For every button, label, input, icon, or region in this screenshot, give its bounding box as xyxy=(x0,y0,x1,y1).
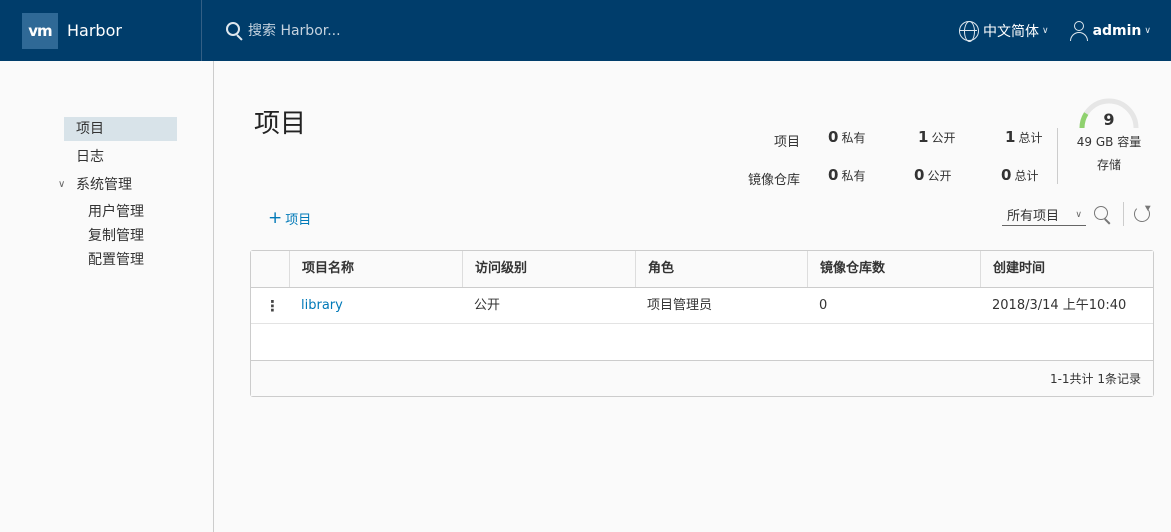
stat-repos-total: 0 总计 xyxy=(1001,166,1039,184)
language-dropdown[interactable]: 中文简体 ∨ xyxy=(958,20,1049,42)
table-footer: 1-1共计 1条记录 xyxy=(251,361,1153,396)
top-nav-bar: vm Harbor 中文简体 ∨ admin ∨ xyxy=(0,0,1171,61)
stat-label-repositories: 镜像仓库 xyxy=(747,173,800,188)
column-header-role[interactable]: 角色 xyxy=(635,251,807,287)
cell-role: 项目管理员 xyxy=(647,298,713,313)
sidebar-item-configuration[interactable]: 配置管理 xyxy=(88,249,144,269)
add-project-button[interactable]: + 项目 xyxy=(268,208,312,229)
sidebar-item-users[interactable]: 用户管理 xyxy=(88,201,144,221)
stat-projects-private: 0 私有 xyxy=(828,128,866,146)
cell-repos: 0 xyxy=(819,298,828,313)
projects-table: 项目名称 访问级别 角色 镜像仓库数 创建时间 ⋮ library 公开 项目管… xyxy=(250,250,1154,397)
sidebar-item-administration[interactable]: ∨ 系统管理 xyxy=(58,174,132,194)
globe-icon xyxy=(958,20,979,42)
row-actions-icon[interactable]: ⋮ xyxy=(265,297,280,315)
cell-access: 公开 xyxy=(474,298,501,313)
refresh-icon[interactable] xyxy=(1134,206,1150,222)
user-dropdown[interactable]: admin ∨ xyxy=(1069,20,1151,42)
sidebar-item-logs[interactable]: 日志 xyxy=(76,146,104,166)
table-header: 项目名称 访问级别 角色 镜像仓库数 创建时间 xyxy=(251,251,1153,288)
brand[interactable]: vm Harbor xyxy=(0,0,202,61)
chevron-down-icon: ∨ xyxy=(1144,25,1151,36)
toolbar-divider xyxy=(1123,202,1124,226)
stat-label-projects: 项目 xyxy=(773,135,800,150)
stat-projects-total: 1 总计 xyxy=(1005,128,1043,146)
vmware-logo: vm xyxy=(22,12,58,49)
column-header-repos[interactable]: 镜像仓库数 xyxy=(807,251,980,287)
table-empty-space xyxy=(251,324,1153,361)
sidebar: 项目 日志 ∨ 系统管理 用户管理 复制管理 配置管理 xyxy=(0,61,214,532)
user-name: admin xyxy=(1092,22,1142,39)
sidebar-item-replications[interactable]: 复制管理 xyxy=(88,225,144,245)
filter-search-icon[interactable] xyxy=(1094,206,1112,225)
chevron-down-icon: ∨ xyxy=(1075,209,1082,220)
project-filter-select[interactable]: 所有项目 ∨ xyxy=(1002,204,1086,226)
search-icon xyxy=(226,21,244,41)
filter-selected-value: 所有项目 xyxy=(1007,209,1060,224)
page-title: 项目 xyxy=(254,109,307,139)
storage-capacity: 49 GB 容量 xyxy=(1076,135,1142,149)
app-name: Harbor xyxy=(67,21,122,40)
chevron-down-icon: ∨ xyxy=(58,178,66,190)
pagination-summary: 1-1共计 1条记录 xyxy=(1049,372,1141,386)
search-input[interactable] xyxy=(248,22,508,39)
cell-created: 2018/3/14 上午10:40 xyxy=(992,298,1127,313)
sidebar-item-label: 系统管理 xyxy=(76,177,132,193)
storage-value: 9 xyxy=(1103,110,1115,129)
column-header-created[interactable]: 创建时间 xyxy=(980,251,1153,287)
column-header-name[interactable]: 项目名称 xyxy=(289,251,462,287)
table-row: ⋮ library 公开 项目管理员 0 2018/3/14 上午10:40 xyxy=(251,288,1153,324)
global-search xyxy=(226,16,526,46)
stats-divider xyxy=(1057,128,1058,184)
stat-repos-private: 0 私有 xyxy=(828,166,866,184)
stat-repos-public: 0 公开 xyxy=(914,166,952,184)
add-project-label: 项目 xyxy=(285,213,312,228)
project-link[interactable]: library xyxy=(301,298,343,313)
plus-icon: + xyxy=(268,208,283,228)
chevron-down-icon: ∨ xyxy=(1041,25,1049,36)
header-right: 中文简体 ∨ admin ∨ xyxy=(958,20,1171,42)
sidebar-item-projects[interactable]: 项目 xyxy=(64,117,177,141)
stat-projects-public: 1 公开 xyxy=(918,128,956,146)
storage-label: 存储 xyxy=(1096,158,1121,172)
language-label: 中文简体 xyxy=(982,23,1039,40)
cell-project-name: library xyxy=(289,288,343,324)
user-icon xyxy=(1069,20,1089,42)
column-header-access[interactable]: 访问级别 xyxy=(462,251,635,287)
